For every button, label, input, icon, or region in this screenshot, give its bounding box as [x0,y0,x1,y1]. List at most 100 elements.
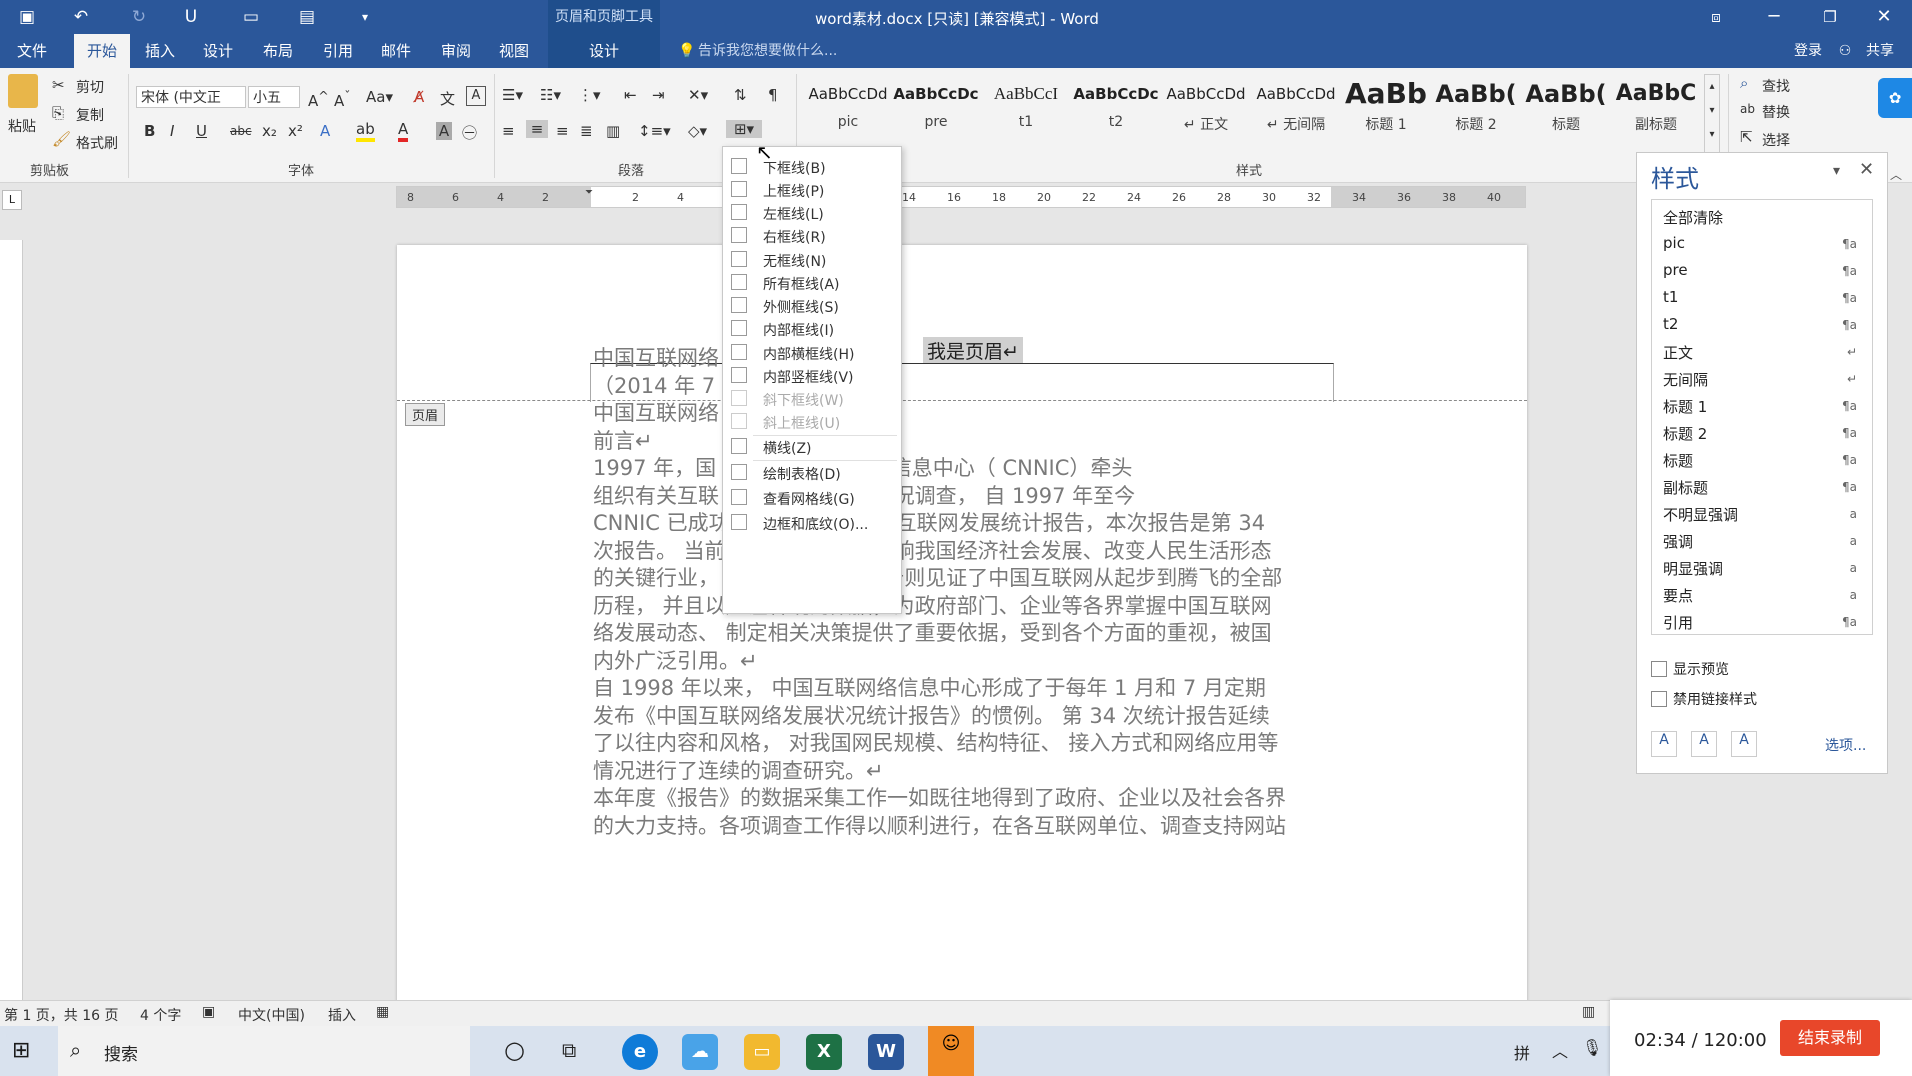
style-inspector-icon[interactable]: A [1691,731,1717,757]
tab-layout[interactable]: 布局 [254,34,302,68]
align-left-icon[interactable]: ≡ [502,122,515,140]
document-line[interactable]: 内外广泛引用。↵ [593,645,758,675]
font-name-select[interactable]: 宋体 (中文正 [136,86,246,108]
tab-mailings[interactable]: 邮件 [372,34,420,68]
scissors-icon[interactable]: ✂ [52,76,65,94]
document-line[interactable]: 本年度《报告》的数据采集工作一如既往地得到了政府、企业以及社会各界 [593,782,1286,812]
tab-review[interactable]: 审阅 [432,34,480,68]
bullets-icon[interactable]: ☰▾ [502,86,523,104]
task-view-icon[interactable]: ⧉ [562,1038,576,1062]
find-icon[interactable]: ⌕ [1740,74,1748,92]
chinese-layout-icon[interactable]: ✕▾ [688,86,708,104]
tab-references[interactable]: 引用 [314,34,362,68]
tray-expand-icon[interactable]: ︿ [1552,1038,1568,1062]
style-tile-t2[interactable]: AaBbCcDc t2 [1072,74,1160,152]
styles-options-link[interactable]: 选项... [1825,735,1866,755]
macro-icon[interactable]: ▦ [376,1004,389,1020]
select-button[interactable]: 选择 [1762,130,1790,150]
change-case-icon[interactable]: Aa▾ [366,88,393,106]
ribbon-collapse-icon[interactable]: ︿ [1890,166,1902,183]
styles-pane-item[interactable]: pic ¶a [1663,234,1873,260]
border-menu-item[interactable]: 绘制表格(D) [723,459,899,487]
qq-icon[interactable]: ☺ [928,1026,974,1076]
document-line[interactable]: 自 1998 年以来， 中国互联网络信息中心形成了于每年 1 月和 7 月定期 [593,672,1266,702]
new-style-icon[interactable]: A [1651,731,1677,757]
decrease-indent-icon[interactable]: ⇤ [624,86,637,104]
document-line[interactable]: 历程， 并且以严谨客观的数据，为政府部门、企业等各界掌握中国互联网 [593,590,1272,620]
indent-marker-icon[interactable]: ⏷ [585,187,593,198]
tab-view[interactable]: 视图 [490,34,538,68]
enclose-char-icon[interactable]: ㊀ [462,122,477,143]
word-count[interactable]: 4 个字 [140,1005,181,1025]
undo-icon[interactable]: ↶ [70,6,92,28]
align-center-icon[interactable]: ≡ [526,120,548,138]
style-tile-heading1[interactable]: AaBb 标题 1 [1342,74,1430,152]
sort-icon[interactable]: ⇅ [734,86,747,104]
show-preview-checkbox[interactable] [1651,661,1667,677]
increase-indent-icon[interactable]: ⇥ [652,86,665,104]
manage-styles-icon[interactable]: A [1731,731,1757,757]
ime-indicator[interactable]: 拼 [1514,1040,1530,1064]
save-icon[interactable]: ▣ [16,6,38,28]
pane-close-icon[interactable]: ✕ [1859,159,1874,180]
underline-button[interactable]: U [196,122,207,140]
page-count[interactable]: 第 1 页，共 16 页 [4,1005,119,1025]
grow-font-icon[interactable]: A^ [308,88,329,110]
insert-mode[interactable]: 插入 [328,1005,356,1025]
redo-icon[interactable]: ↻ [128,6,150,28]
edge-icon[interactable]: e [622,1034,658,1070]
select-icon[interactable]: ⇱ [1740,128,1753,146]
document-line[interactable]: 次报告。 当前互联网已经成为影响我国经济社会发展、改变人民生活形态 [593,535,1272,565]
numbering-icon[interactable]: ☷▾ [540,86,561,104]
baidu-netdisk-icon[interactable]: ☁ [682,1034,718,1070]
format-painter-button[interactable]: 格式刷 [76,133,118,153]
font-size-select[interactable]: 小五 [248,86,300,108]
phonetic-guide-icon[interactable]: 文 [440,88,455,109]
style-tile-normal[interactable]: AaBbCcDd ↵ 正文 [1162,74,1250,152]
stop-recording-button[interactable]: 结束录制 [1780,1020,1880,1056]
style-tile-title[interactable]: AaBb(标题 [1522,74,1610,152]
paste-icon[interactable] [8,74,38,108]
document-line[interactable]: 的大力支持。各项调查工作得以顺利进行，在各互联网单位、调查支持网站 [593,810,1286,840]
styles-pane-item[interactable]: 强调 a [1663,531,1873,557]
styles-pane-item[interactable]: t2 ¶a [1663,315,1873,341]
style-tile-no-spacing[interactable]: AaBbCcDd ↵ 无间隔 [1252,74,1340,152]
show-marks-icon[interactable]: ¶ [768,86,778,104]
borders-dropdown-icon[interactable]: ⊞▾ [726,120,762,138]
italic-button[interactable]: I [170,122,174,140]
copy-button[interactable]: 复制 [76,105,104,125]
strikethrough-icon[interactable]: abc [230,124,252,138]
border-menu-item[interactable]: 横线(Z) [723,433,899,461]
document-line[interactable]: 的关键行业， CNNIC 的历次报告则见证了中国互联网从起步到腾飞的全部 [593,562,1282,592]
word-icon[interactable]: W [868,1034,904,1070]
file-explorer-icon[interactable]: ▭ [744,1034,780,1070]
underline-quick-icon[interactable]: U [180,6,202,28]
styles-pane-item[interactable]: 不明显强调 a [1663,504,1873,530]
char-border-icon[interactable]: A [466,86,486,106]
restore-icon[interactable]: ❐ [1802,0,1858,34]
language[interactable]: 中文(中国) [238,1005,305,1025]
proofing-icon[interactable]: ▣ [202,1004,215,1020]
styles-pane-item[interactable]: 标题 2 ¶a [1663,423,1873,449]
style-tile-subtitle[interactable]: AaBbC 副标题 [1612,74,1700,152]
tab-file[interactable]: 文件 [0,34,64,68]
tab-insert[interactable]: 插入 [136,34,184,68]
microphone-icon[interactable]: 🎙 [1582,1038,1602,1057]
tab-design[interactable]: 设计 [194,34,242,68]
style-tile-heading2[interactable]: AaBb(标题 2 [1432,74,1520,152]
bold-button[interactable]: B [144,122,155,140]
border-menu-item[interactable]: 边框和底纹(O)... [723,509,899,537]
minimize-icon[interactable]: ─ [1746,0,1802,34]
style-tile-pic[interactable]: AaBbCcDd pic [804,74,892,152]
border-menu-item[interactable]: 斜上框线(U) [723,408,899,436]
line-spacing-icon[interactable]: ↕≡▾ [638,122,671,140]
excel-icon[interactable]: X [806,1034,842,1070]
copy-icon[interactable]: ⎘ [52,104,64,122]
styles-pane-item[interactable]: 要点 a [1663,585,1873,611]
cut-button[interactable]: 剪切 [76,77,104,97]
close-icon[interactable]: ✕ [1856,0,1912,34]
justify-icon[interactable]: ≣ [580,122,593,140]
document-line[interactable]: 络发展动态、 制定相关决策提供了重要依据，受到各个方面的重视，被国 [593,617,1272,647]
document-line[interactable]: CNNIC 已成功发布了 33 次全国互联网发展统计报告，本次报告是第 34 [593,507,1265,537]
ribbon-display-icon[interactable]: ⧈ [1688,0,1744,34]
